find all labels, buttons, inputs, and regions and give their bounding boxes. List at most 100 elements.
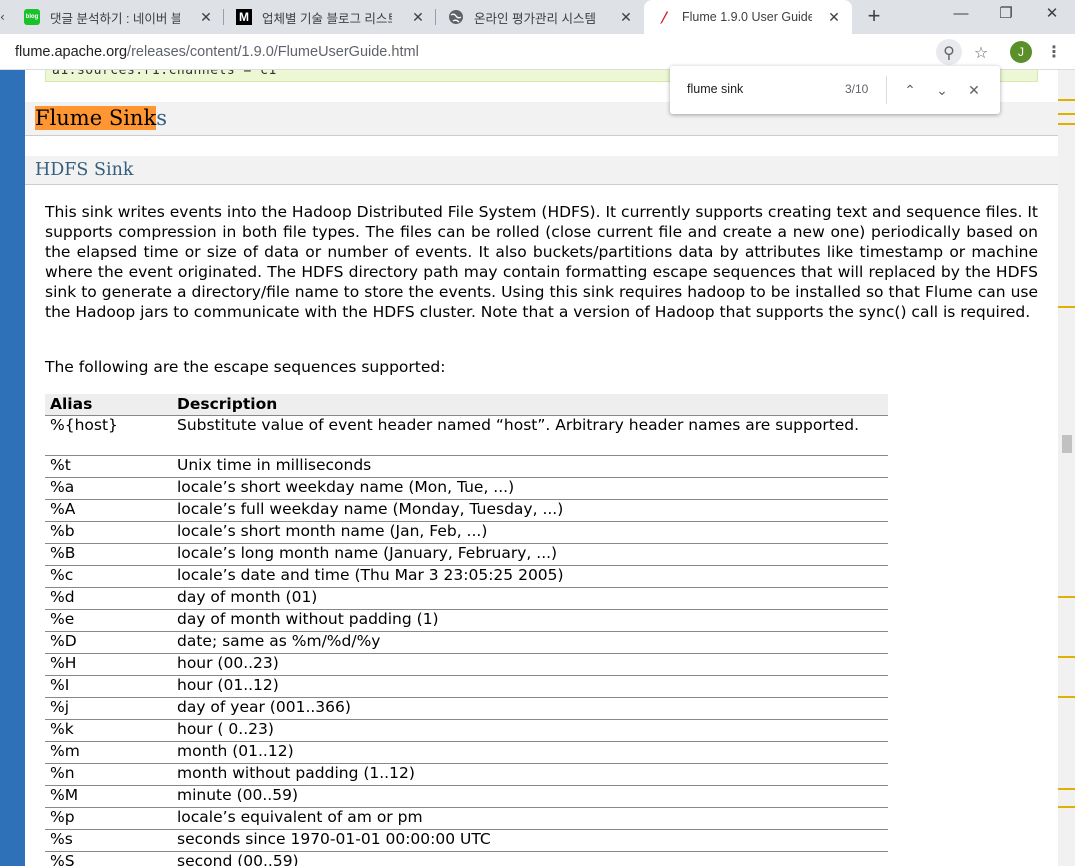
browser-menu-icon[interactable]: ⋮ — [1046, 41, 1062, 63]
new-tab-button[interactable]: + — [862, 4, 886, 28]
find-result-marker — [1058, 788, 1075, 790]
description-cell: Unix time in milliseconds — [172, 455, 888, 478]
table-row: %b locale’s short month name (Jan, Feb, .… — [45, 521, 888, 544]
browser-toolbar: flume.apache.org/releases/content/1.9.0/… — [0, 34, 1075, 70]
escape-sequence-table: Alias Description %{host} Substitute valu… — [45, 394, 888, 866]
table-row: %t Unix time in milliseconds — [45, 455, 888, 478]
table-row: %D date; same as %m/%d/%y — [45, 631, 888, 654]
find-result-marker — [1058, 656, 1075, 658]
scrollbar-thumb[interactable] — [1062, 435, 1072, 453]
browser-tab[interactable]: blog 댓글 분석하기 : 네이버 블로그 ✕ — [12, 0, 224, 34]
alias-cell: %D — [45, 631, 172, 654]
table-row: %a locale’s short weekday name (Mon, Tue,… — [45, 477, 888, 500]
profile-avatar[interactable]: J — [1010, 41, 1032, 63]
alias-cell: %k — [45, 719, 172, 742]
escape-intro-paragraph: The following are the escape sequences s… — [45, 358, 446, 376]
description-cell: locale’s full weekday name (Monday, Tues… — [172, 499, 888, 522]
tab-title: 댓글 분석하기 : 네이버 블로그 — [50, 11, 180, 26]
table-row: %S second (00..59) — [45, 851, 888, 866]
window-close-button[interactable]: ✕ — [1029, 0, 1075, 30]
tab-strip: ‹ blog 댓글 분석하기 : 네이버 블로그 ✕ M 업체별 기술 블로그 리스트 ✕… — [0, 0, 1075, 34]
find-match-count: 3/10 — [845, 82, 869, 96]
address-bar[interactable]: flume.apache.org/releases/content/1.9.0/… — [4, 37, 1004, 67]
tab-close-icon[interactable]: ✕ — [826, 9, 842, 25]
alias-cell: %A — [45, 499, 172, 522]
browser-tab[interactable]: 온라인 평가관리 시스템 ✕ — [436, 0, 644, 34]
description-cell: seconds since 1970-01-01 00:00:00 UTC — [172, 829, 888, 852]
zoom-search-icon[interactable]: ⚲ — [936, 39, 962, 65]
table-row: %j day of year (001..366) — [45, 697, 888, 720]
doc-body: a1.sources.r1.channels = c1 Flume Sinks … — [25, 70, 1058, 866]
find-result-marker — [1058, 113, 1075, 115]
bookmark-star-icon[interactable]: ☆ — [970, 41, 992, 63]
alias-cell: %H — [45, 653, 172, 676]
column-header-alias: Alias — [45, 394, 172, 416]
description-cell: locale’s equivalent of am or pm — [172, 807, 888, 830]
tab-title: Flume 1.9.0 User Guide — Apache Flume — [682, 10, 812, 24]
restore-button[interactable]: ❐ — [983, 0, 1029, 30]
tab-title: 온라인 평가관리 시스템 — [474, 11, 596, 26]
find-next-icon[interactable]: ⌄ — [932, 80, 952, 100]
description-cell: date; same as %m/%d/%y — [172, 631, 888, 654]
browser-tab[interactable]: Flume 1.9.0 User Guide — Apache Flume ✕ — [644, 0, 852, 34]
description-cell: locale’s short month name (Jan, Feb, ...… — [172, 521, 888, 544]
alias-cell: %S — [45, 851, 172, 866]
table-header-row: Alias Description — [45, 394, 888, 416]
description-cell: second (00..59) — [172, 851, 888, 866]
minimize-button[interactable]: — — [938, 0, 984, 30]
table-row: %B locale’s long month name (January, Feb… — [45, 543, 888, 566]
alias-cell: %b — [45, 521, 172, 544]
tab-scroll-left-icon[interactable]: ‹ — [0, 8, 8, 26]
section-heading: Flume Sinks — [35, 106, 167, 130]
find-result-marker — [1058, 696, 1075, 698]
find-result-marker — [1058, 99, 1075, 101]
description-cell: minute (00..59) — [172, 785, 888, 808]
description-cell: day of month without padding (1) — [172, 609, 888, 632]
medium-icon: M — [236, 9, 252, 25]
alias-cell: %e — [45, 609, 172, 632]
find-result-marker — [1058, 306, 1075, 308]
naver-blog-icon: blog — [24, 9, 40, 25]
find-input[interactable]: flume sink — [687, 82, 743, 96]
doc-sidebar — [0, 70, 25, 866]
table-row: %M minute (00..59) — [45, 785, 888, 808]
table-row: %A locale’s full weekday name (Monday, Tu… — [45, 499, 888, 522]
find-previous-icon[interactable]: ⌃ — [900, 80, 920, 100]
table-row: %d day of month (01) — [45, 587, 888, 610]
alias-cell: %{host} — [45, 415, 172, 456]
find-result-marker — [1058, 123, 1075, 125]
description-cell: Substitute value of event header named “… — [172, 415, 888, 456]
alias-cell: %n — [45, 763, 172, 786]
table-row: %m month (01..12) — [45, 741, 888, 764]
table-row: %s seconds since 1970-01-01 00:00:00 UTC — [45, 829, 888, 852]
table-row: %n month without padding (1..12) — [45, 763, 888, 786]
description-cell: hour (00..23) — [172, 653, 888, 676]
alias-cell: %c — [45, 565, 172, 588]
table-row: %e day of month without padding (1) — [45, 609, 888, 632]
alias-cell: %I — [45, 675, 172, 698]
find-divider — [886, 76, 887, 104]
alias-cell: %p — [45, 807, 172, 830]
page-viewport: a1.sources.r1.channels = c1 Flume Sinks … — [0, 70, 1075, 866]
url-text[interactable]: flume.apache.org/releases/content/1.9.0/… — [15, 44, 419, 60]
browser-tab[interactable]: M 업체별 기술 블로그 리스트 ✕ — [224, 0, 436, 34]
table-row: %H hour (00..23) — [45, 653, 888, 676]
alias-cell: %t — [45, 455, 172, 478]
tab-close-icon[interactable]: ✕ — [410, 9, 426, 25]
description-cell: month without padding (1..12) — [172, 763, 888, 786]
alias-cell: %d — [45, 587, 172, 610]
tab-close-icon[interactable]: ✕ — [618, 9, 634, 25]
table-row: %I hour (01..12) — [45, 675, 888, 698]
intro-paragraph: This sink writes events into the Hadoop … — [45, 203, 1038, 321]
globe-icon — [448, 9, 464, 25]
description-cell: month (01..12) — [172, 741, 888, 764]
alias-cell: %j — [45, 697, 172, 720]
tab-close-icon[interactable]: ✕ — [198, 9, 214, 25]
description-cell: locale’s date and time (Thu Mar 3 23:05:… — [172, 565, 888, 588]
find-result-marker — [1058, 806, 1075, 808]
alias-cell: %s — [45, 829, 172, 852]
description-cell: hour (01..12) — [172, 675, 888, 698]
find-close-icon[interactable]: ✕ — [964, 80, 984, 100]
alias-cell: %a — [45, 477, 172, 500]
vertical-scrollbar[interactable] — [1058, 70, 1075, 866]
